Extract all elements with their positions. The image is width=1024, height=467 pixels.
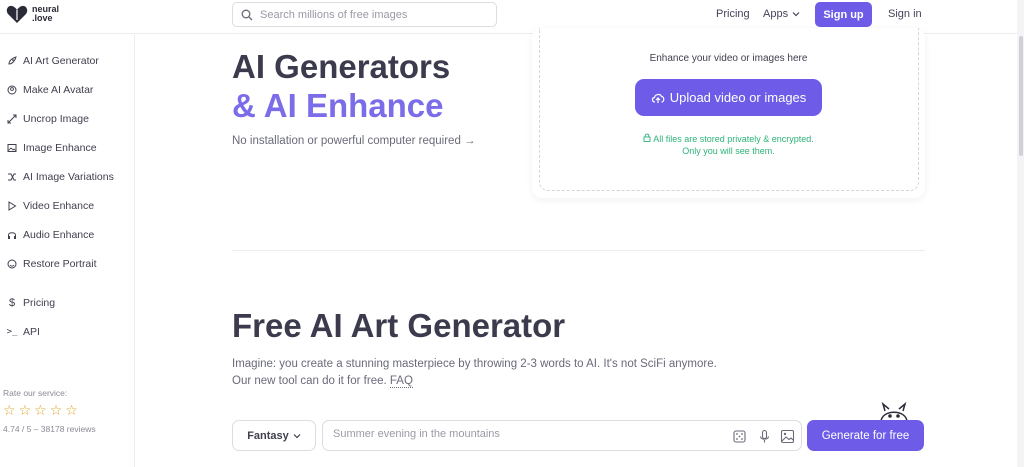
smile-icon <box>7 259 17 269</box>
star-icon[interactable]: ☆ <box>3 403 16 417</box>
prompt-field[interactable] <box>322 420 802 451</box>
sidebar-item-label: Image Enhance <box>23 142 97 154</box>
lock-icon <box>643 133 651 142</box>
secure-note-line1: All files are stored privately & encrypt… <box>653 134 814 144</box>
secure-note-line2: Only you will see them. <box>682 146 775 156</box>
generate-button[interactable]: Generate for free <box>807 420 924 451</box>
rocket-icon <box>8 56 17 65</box>
hero-title: AI Generators <box>232 48 451 85</box>
sidebar-item-label: Uncrop Image <box>23 113 89 125</box>
avatar-icon <box>7 85 17 95</box>
sidebar-item-ai-art-generator[interactable]: AI Art Generator <box>7 55 99 67</box>
cloud-upload-icon <box>651 93 665 103</box>
search-icon <box>241 9 253 20</box>
generator-description-line2: Our new tool can do it for free. FAQ <box>232 375 413 388</box>
sidebar-item-image-enhance[interactable]: Image Enhance <box>7 142 97 154</box>
logo[interactable]: neural .love <box>6 4 59 24</box>
nav-apps-label: Apps <box>763 8 789 20</box>
nav-pricing-link[interactable]: Pricing <box>716 8 750 20</box>
star-icon[interactable]: ☆ <box>65 403 78 417</box>
sidebar: AI Art Generator Make AI Avatar Uncrop I… <box>0 35 135 467</box>
logo-text: neural .love <box>32 5 59 23</box>
signup-button[interactable]: Sign up <box>815 2 872 27</box>
generator-description: Imagine: you create a stunning masterpie… <box>232 358 717 370</box>
style-select[interactable]: Fantasy <box>232 420 316 451</box>
rating-summary: 4.74 / 5 – 38178 reviews <box>3 424 96 434</box>
search-input[interactable] <box>260 8 480 21</box>
generator-description-text: Our new tool can do it for free. <box>232 375 387 387</box>
signin-link[interactable]: Sign in <box>888 8 922 20</box>
generator-title: Free AI Art Generator <box>232 307 566 344</box>
image-icon <box>7 144 17 152</box>
logo-text-line2: .love <box>32 13 53 23</box>
sidebar-item-make-ai-avatar[interactable]: Make AI Avatar <box>7 84 93 96</box>
dice-icon[interactable] <box>732 429 747 444</box>
nav-apps-menu[interactable]: Apps <box>763 8 800 20</box>
image-upload-icon[interactable] <box>780 429 795 444</box>
prompt-input[interactable] <box>333 428 723 440</box>
sidebar-item-video-enhance[interactable]: Video Enhance <box>7 200 94 212</box>
terminal-icon: >_ <box>6 327 18 337</box>
sidebar-item-label: Restore Portrait <box>23 258 97 270</box>
chevron-down-icon <box>293 433 301 438</box>
rating-stars[interactable]: ☆ ☆ ☆ ☆ ☆ <box>3 403 78 417</box>
sidebar-item-api[interactable]: >_ API <box>7 326 40 338</box>
sidebar-item-label: Make AI Avatar <box>23 84 94 96</box>
secure-note: All files are stored privately & encrypt… <box>532 133 925 144</box>
star-icon[interactable]: ☆ <box>34 403 47 417</box>
shuffle-icon <box>8 173 16 181</box>
sidebar-item-audio-enhance[interactable]: Audio Enhance <box>7 229 94 241</box>
sidebar-item-label: AI Art Generator <box>23 55 99 67</box>
sidebar-item-label: Pricing <box>23 297 56 309</box>
scrollbar-thumb[interactable] <box>1019 36 1023 156</box>
sidebar-item-label: AI Image Variations <box>23 171 114 183</box>
upload-button-label: Upload video or images <box>669 90 807 105</box>
expand-icon <box>7 114 17 124</box>
upload-label: Enhance your video or images here <box>649 53 808 64</box>
sidebar-item-ai-image-variations[interactable]: AI Image Variations <box>7 171 114 183</box>
star-icon[interactable]: ☆ <box>19 403 32 417</box>
microphone-icon[interactable] <box>757 429 772 444</box>
sidebar-item-label: API <box>23 326 40 338</box>
headphones-icon <box>8 232 16 239</box>
sidebar-item-pricing[interactable]: $ Pricing <box>7 297 55 309</box>
upload-button[interactable]: Upload video or images <box>635 79 822 116</box>
sidebar-item-label: Audio Enhance <box>23 229 95 241</box>
dollar-icon: $ <box>8 297 16 309</box>
search-box[interactable] <box>232 2 497 27</box>
faq-link[interactable]: FAQ <box>389 375 413 388</box>
sidebar-item-label: Video Enhance <box>23 200 95 212</box>
sidebar-item-uncrop-image[interactable]: Uncrop Image <box>7 113 89 125</box>
hero-title-accent: & AI Enhance <box>232 87 444 124</box>
chevron-down-icon <box>792 12 800 17</box>
section-divider <box>232 250 925 251</box>
sidebar-item-restore-portrait[interactable]: Restore Portrait <box>7 258 97 270</box>
star-icon[interactable]: ☆ <box>50 403 63 417</box>
heart-logo-icon <box>6 5 28 23</box>
style-select-value: Fantasy <box>247 429 289 442</box>
play-icon <box>8 201 17 211</box>
hero-subtitle-link[interactable]: No installation or powerful computer req… <box>232 135 476 147</box>
rate-label: Rate our service: <box>3 388 68 398</box>
